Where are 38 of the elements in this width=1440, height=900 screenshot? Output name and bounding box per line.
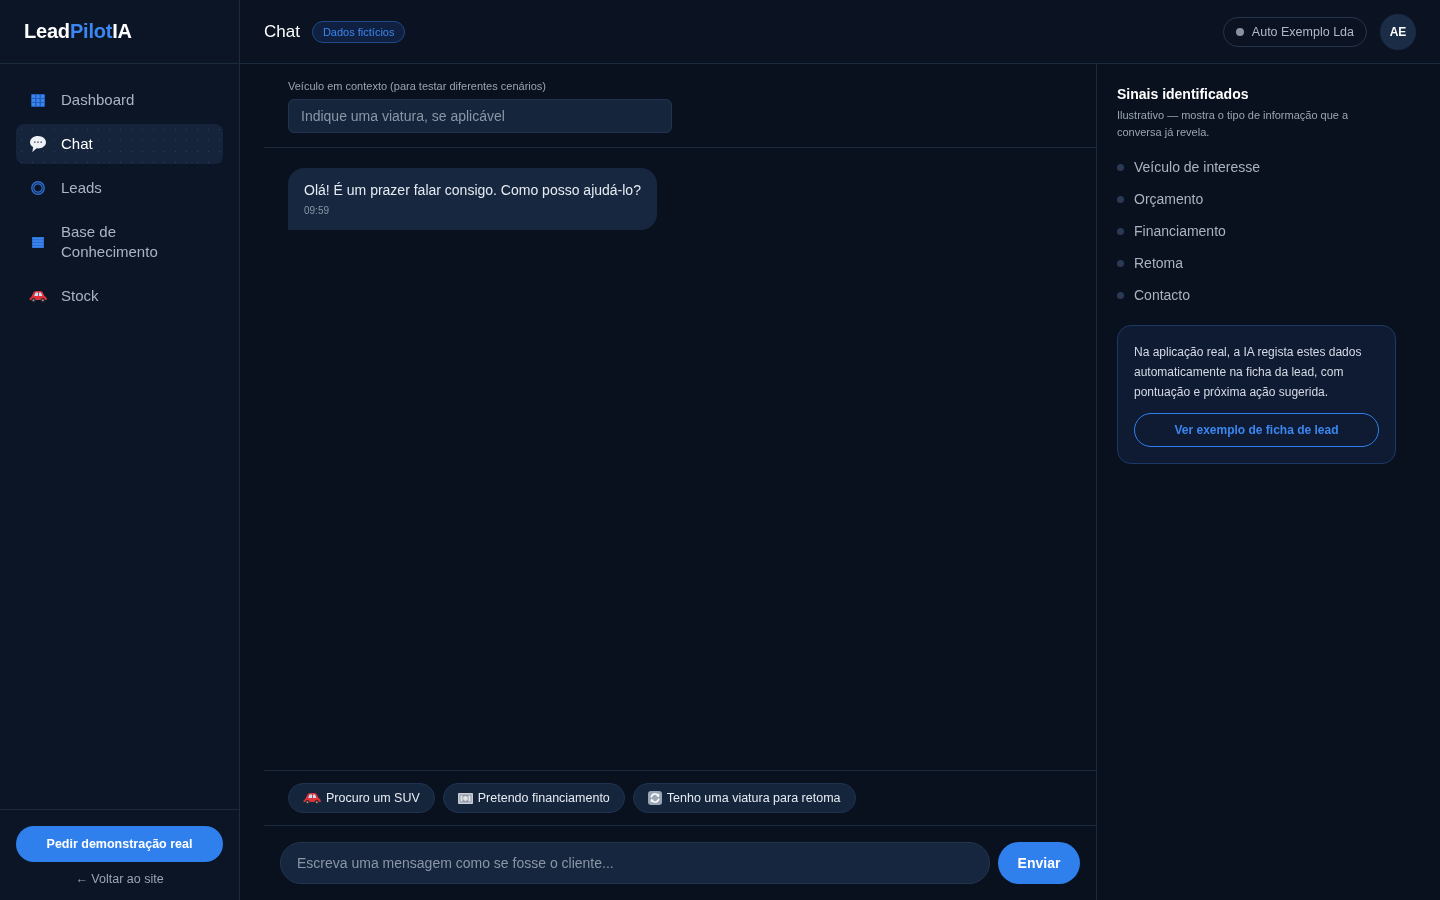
logo: LeadPilotIA — [24, 20, 132, 43]
refresh-icon — [647, 791, 662, 805]
vehicle-input-field[interactable]: Indique uma viatura, se aplicável — [288, 99, 672, 133]
sidebar-item[interactable]: Base de Conhecimento — [16, 212, 223, 272]
sidebar-item[interactable]: Leads — [16, 168, 223, 208]
signal-label: Orçamento — [1134, 191, 1204, 207]
back-link[interactable]: ← Voltar ao site — [75, 872, 164, 886]
info-text: Na aplicação real, a IA regista estes dados automaticamente na ficha da lead, com pontuação e próxima ação sugerida. — [1134, 344, 1363, 401]
sidebar-item[interactable]: Dashboard — [16, 80, 223, 120]
panel-title: Sinais identificados — [1117, 85, 1249, 103]
page-title: Chat — [264, 21, 300, 42]
demo-button[interactable]: Pedir demonstração real — [16, 826, 223, 862]
user-avatar[interactable]: AE — [1380, 13, 1416, 50]
panel-subtitle: Ilustrativo — mostra o tipo de informação que a conversa já revela. — [1117, 108, 1350, 140]
signal-label: Veículo de interesse — [1134, 159, 1261, 175]
list-icon — [32, 236, 44, 248]
signal-label: Contacto — [1134, 287, 1191, 303]
field-label: Veículo em contexto (para testar diferentes cenários) — [288, 80, 547, 93]
message-input-field[interactable]: Escreva uma mensagem como se fosse o cliente... — [280, 842, 990, 884]
signal-label: Retoma — [1134, 255, 1184, 271]
quick-reply-chip[interactable]: Pretendo financiamento — [442, 783, 625, 813]
send-button[interactable]: Enviar — [998, 842, 1080, 884]
quick-reply-chip[interactable]: Procuro um SUV — [288, 783, 435, 813]
grid-icon — [31, 93, 45, 107]
demo-data-badge: Dados fictícios — [311, 20, 406, 43]
sidebar-item[interactable]: Chat — [16, 124, 223, 164]
car-icon — [303, 791, 321, 805]
speech-bubble-icon — [29, 135, 47, 153]
message-time: 09:59 — [304, 204, 330, 217]
sidebar-item[interactable]: Stock — [16, 276, 223, 316]
quick-reply-chip[interactable]: Tenho uma viatura para retoma — [632, 783, 856, 813]
banknote-icon — [457, 792, 473, 804]
signal-label: Financiamento — [1134, 223, 1226, 239]
status-dot-icon — [1235, 27, 1244, 36]
message-text: Olá! É um prazer falar consigo. Como posso ajudá-lo? — [304, 181, 641, 200]
ring-icon — [31, 181, 45, 195]
company-name: Auto Exemplo Lda — [1251, 24, 1354, 39]
car-icon — [29, 289, 47, 303]
